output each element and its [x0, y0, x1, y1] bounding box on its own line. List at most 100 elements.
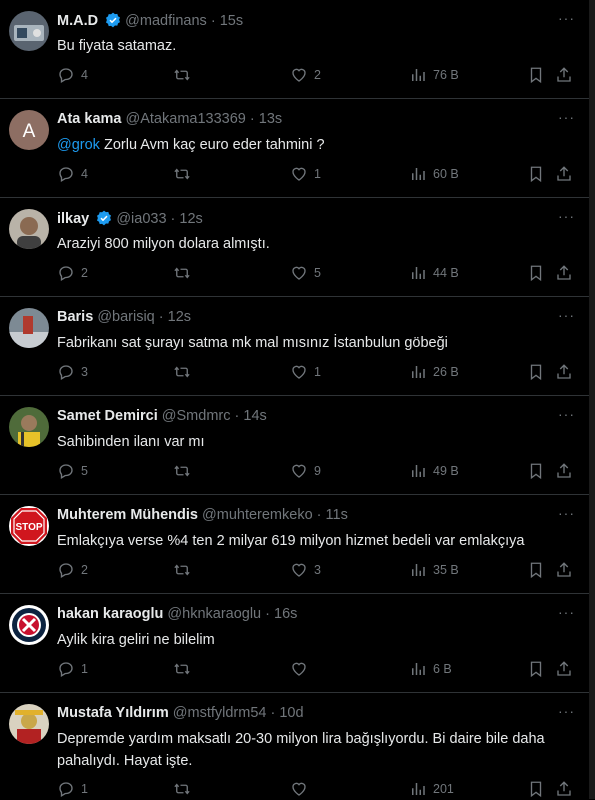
tweet[interactable]: Samet Demirci @Smdmrc · 14s ··· Sahibind… — [0, 396, 589, 495]
tweet[interactable]: A Ata kama @Atakama133369 · 13s ··· @gro… — [0, 99, 589, 198]
retweet-button[interactable] — [173, 66, 197, 84]
display-name[interactable]: Muhterem Mühendis — [57, 507, 198, 523]
reply-button[interactable]: 1 — [57, 660, 88, 678]
more-options-icon[interactable]: ··· — [558, 208, 575, 224]
retweet-button[interactable] — [173, 363, 197, 381]
timestamp[interactable]: 13s — [259, 111, 282, 127]
display-name[interactable]: Samet Demirci — [57, 408, 158, 424]
tweet[interactable]: ilkay @ia033 · 12s ··· Araziyi 800 milyo… — [0, 198, 589, 297]
like-button[interactable]: 1 — [290, 165, 321, 183]
share-button[interactable] — [555, 165, 579, 183]
display-name[interactable]: hakan karaoglu — [57, 606, 163, 622]
tweet[interactable]: M.A.D @madfinans · 15s ··· Bu fiyata sat… — [0, 0, 589, 99]
tweet[interactable]: Mustafa Yıldırım @mstfyldrm54 · 10d ··· … — [0, 693, 589, 799]
views-button[interactable]: 49 B — [409, 462, 459, 480]
share-button[interactable] — [555, 66, 579, 84]
handle[interactable]: @mstfyldrm54 — [173, 705, 267, 721]
reply-button[interactable]: 4 — [57, 165, 88, 183]
handle[interactable]: @barisiq — [97, 309, 154, 325]
avatar[interactable] — [9, 605, 49, 645]
timestamp[interactable]: 12s — [179, 211, 202, 227]
handle[interactable]: @madfinans — [125, 13, 207, 29]
avatar[interactable]: A — [9, 110, 49, 150]
views-button[interactable]: 60 B — [409, 165, 459, 183]
views-button[interactable]: 76 B — [409, 66, 459, 84]
bookmark-button[interactable] — [527, 660, 551, 678]
like-button[interactable] — [290, 660, 314, 678]
handle[interactable]: @hknkaraoglu — [167, 606, 261, 622]
retweet-button[interactable] — [173, 165, 197, 183]
retweet-button[interactable] — [173, 561, 197, 579]
handle[interactable]: @Smdmrc — [162, 408, 231, 424]
like-button[interactable]: 2 — [290, 66, 321, 84]
timestamp[interactable]: 14s — [243, 408, 266, 424]
display-name[interactable]: ilkay — [57, 211, 89, 227]
timestamp[interactable]: 16s — [274, 606, 297, 622]
like-button[interactable]: 5 — [290, 264, 321, 282]
retweet-button[interactable] — [173, 780, 197, 798]
reply-button[interactable]: 4 — [57, 66, 88, 84]
reply-button[interactable]: 2 — [57, 561, 88, 579]
avatar[interactable] — [9, 704, 49, 744]
more-options-icon[interactable]: ··· — [558, 703, 575, 719]
retweet-icon — [174, 366, 190, 378]
share-button[interactable] — [555, 561, 579, 579]
reply-button[interactable]: 5 — [57, 462, 88, 480]
bookmark-button[interactable] — [527, 462, 551, 480]
avatar[interactable] — [9, 308, 49, 348]
handle[interactable]: @muhteremkeko — [202, 507, 313, 523]
reply-button[interactable]: 1 — [57, 780, 88, 798]
timestamp[interactable]: 12s — [168, 309, 191, 325]
more-options-icon[interactable]: ··· — [558, 307, 575, 323]
mention-link[interactable]: @grok — [57, 137, 100, 153]
like-button[interactable] — [290, 780, 314, 798]
separator-dot: · — [265, 606, 271, 622]
scrollbar[interactable] — [589, 0, 595, 799]
avatar[interactable] — [9, 407, 49, 447]
tweet[interactable]: STOP Muhterem Mühendis @muhteremkeko · 1… — [0, 495, 589, 594]
views-button[interactable]: 44 B — [409, 264, 459, 282]
tweet[interactable]: Baris @barisiq · 12s ··· Fabrikanı sat ş… — [0, 297, 589, 396]
like-button[interactable]: 3 — [290, 561, 321, 579]
more-options-icon[interactable]: ··· — [558, 604, 575, 620]
handle[interactable]: @Atakama133369 — [126, 111, 246, 127]
avatar[interactable] — [9, 209, 49, 249]
share-button[interactable] — [555, 264, 579, 282]
views-button[interactable]: 201 — [409, 780, 454, 798]
display-name[interactable]: Mustafa Yıldırım — [57, 705, 169, 721]
share-button[interactable] — [555, 462, 579, 480]
display-name[interactable]: Ata kama — [57, 111, 121, 127]
reply-button[interactable]: 2 — [57, 264, 88, 282]
avatar[interactable]: STOP — [9, 506, 49, 546]
views-button[interactable]: 6 B — [409, 660, 452, 678]
bookmark-button[interactable] — [527, 264, 551, 282]
bookmark-button[interactable] — [527, 561, 551, 579]
bookmark-button[interactable] — [527, 66, 551, 84]
more-options-icon[interactable]: ··· — [558, 505, 575, 521]
timestamp[interactable]: 11s — [326, 507, 348, 523]
display-name[interactable]: M.A.D — [57, 13, 98, 29]
share-button[interactable] — [555, 363, 579, 381]
handle[interactable]: @ia033 — [116, 211, 166, 227]
views-button[interactable]: 35 B — [409, 561, 459, 579]
like-button[interactable]: 9 — [290, 462, 321, 480]
more-options-icon[interactable]: ··· — [558, 406, 575, 422]
share-button[interactable] — [555, 780, 579, 798]
display-name[interactable]: Baris — [57, 309, 93, 325]
bookmark-button[interactable] — [527, 780, 551, 798]
share-button[interactable] — [555, 660, 579, 678]
more-options-icon[interactable]: ··· — [558, 10, 575, 26]
retweet-button[interactable] — [173, 660, 197, 678]
bookmark-button[interactable] — [527, 165, 551, 183]
retweet-button[interactable] — [173, 264, 197, 282]
timestamp[interactable]: 15s — [220, 13, 243, 29]
avatar[interactable] — [9, 11, 49, 51]
more-options-icon[interactable]: ··· — [558, 109, 575, 125]
retweet-button[interactable] — [173, 462, 197, 480]
tweet[interactable]: hakan karaoglu @hknkaraoglu · 16s ··· Ay… — [0, 594, 589, 693]
timestamp[interactable]: 10d — [279, 705, 303, 721]
reply-button[interactable]: 3 — [57, 363, 88, 381]
bookmark-button[interactable] — [527, 363, 551, 381]
like-button[interactable]: 1 — [290, 363, 321, 381]
views-button[interactable]: 26 B — [409, 363, 459, 381]
